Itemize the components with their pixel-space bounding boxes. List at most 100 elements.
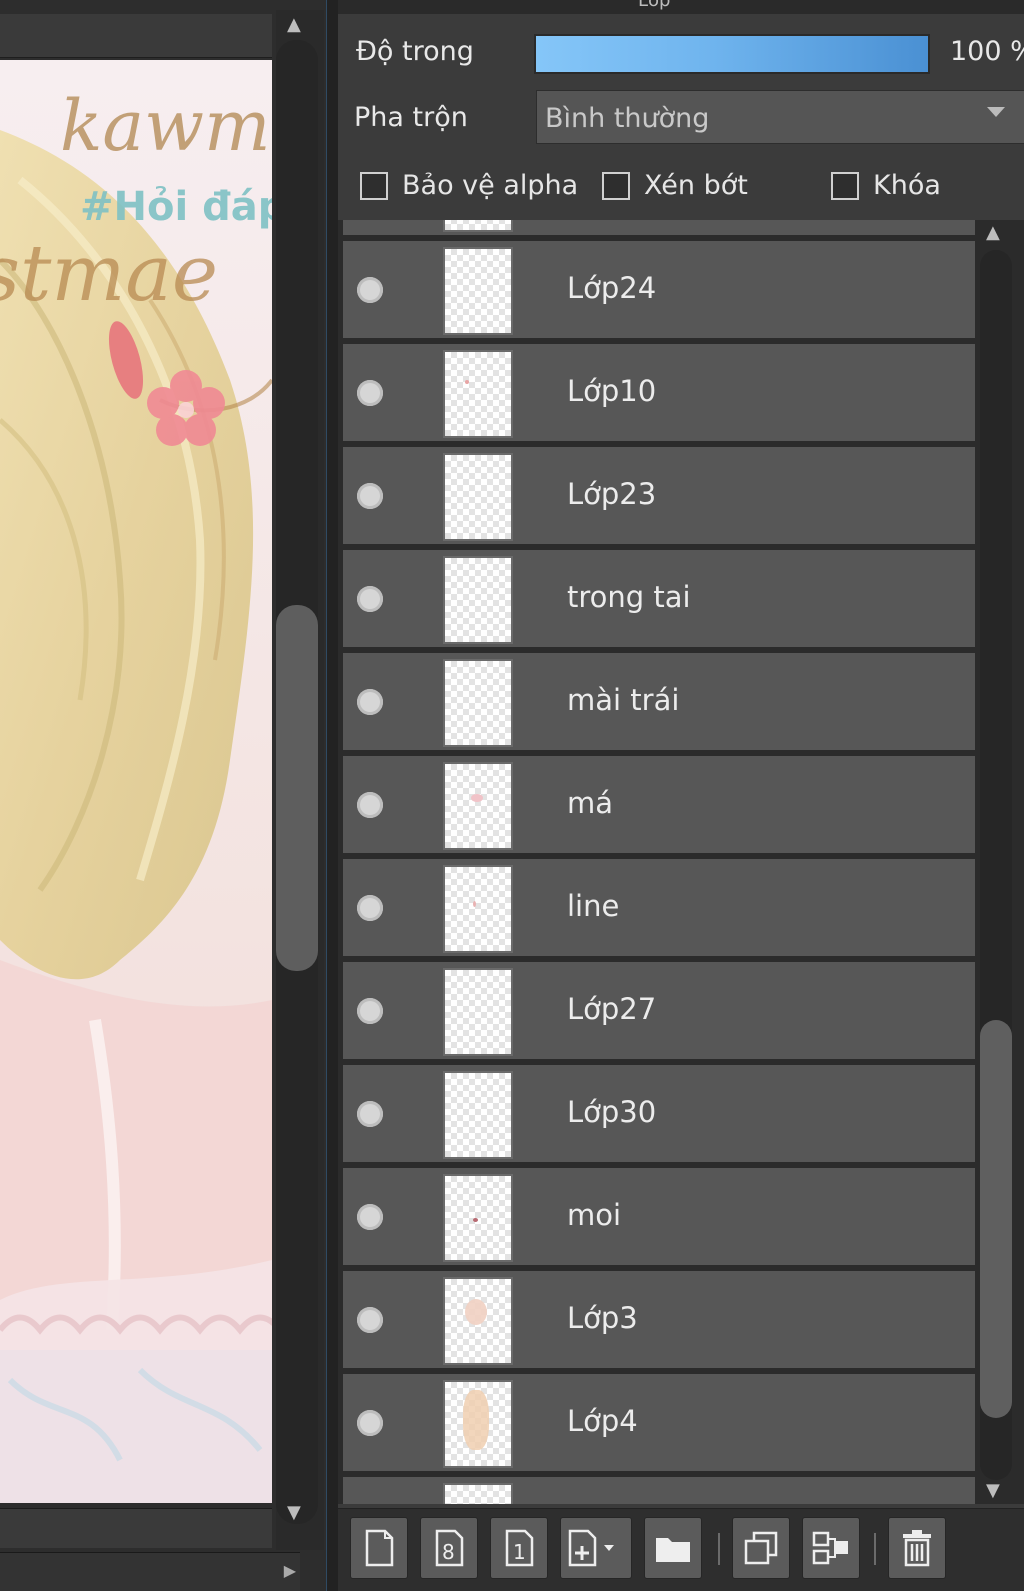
layer-thumbnail <box>443 1174 513 1262</box>
new-layer-button[interactable] <box>350 1517 408 1579</box>
layer-list-scrollbar[interactable]: ▲ ▼ <box>980 220 1024 1504</box>
layer-row[interactable]: trong tai <box>343 550 975 650</box>
panel-title-bar: Lớp <box>338 0 1024 14</box>
panel-title: Lớp <box>638 0 671 11</box>
scroll-thumb[interactable] <box>980 1020 1012 1418</box>
visibility-toggle-icon[interactable] <box>357 1101 383 1127</box>
artwork: kawm #Hỏi đáp stmae <box>0 60 272 1503</box>
layer-name: Lớp30 <box>567 1095 657 1129</box>
svg-text:#Hỏi đáp: #Hỏi đáp <box>80 184 272 230</box>
scroll-down-arrow-icon[interactable]: ▼ <box>986 1482 1000 1500</box>
layer-thumbnail <box>443 1483 513 1504</box>
clipping-label: Xén bớt <box>644 170 748 201</box>
visibility-toggle-icon[interactable] <box>357 483 383 509</box>
merge-down-icon <box>812 1531 848 1565</box>
visibility-toggle-icon[interactable] <box>357 1204 383 1230</box>
layer-name: Lớp10 <box>567 374 657 408</box>
toolbar-separator <box>718 1533 720 1565</box>
scroll-right-arrow-icon[interactable]: ▶ <box>284 1561 296 1580</box>
layer-row[interactable]: Lớp27 <box>343 962 975 1062</box>
layer-row-partial-top[interactable] <box>343 220 975 238</box>
checkbox-box[interactable] <box>360 171 388 200</box>
new-folder-button[interactable] <box>644 1517 702 1579</box>
layer-name: Lớp23 <box>567 477 657 511</box>
delete-layer-button[interactable] <box>888 1517 946 1579</box>
glyph-eight: 8 <box>442 1540 455 1564</box>
layer-row[interactable]: mài trái <box>343 653 975 753</box>
visibility-toggle-icon[interactable] <box>357 380 383 406</box>
layer-row[interactable]: má <box>343 756 975 856</box>
blend-mode-label: Pha trộn <box>354 102 468 133</box>
svg-text:stmae: stmae <box>0 229 218 319</box>
layer-list[interactable]: Lớp24 Lớp10 Lớp23 trong tai mài trái má <box>338 220 1024 1504</box>
layer-name: Lớp24 <box>567 271 657 305</box>
visibility-toggle-icon[interactable] <box>357 689 383 715</box>
layer-row[interactable]: Lớp30 <box>343 1065 975 1165</box>
checkbox-box[interactable] <box>831 171 859 200</box>
layer-thumbnail <box>443 247 513 335</box>
lock-label: Khóa <box>873 170 941 201</box>
layer-thumbnail <box>443 762 513 850</box>
visibility-toggle-icon[interactable] <box>357 277 383 303</box>
chevron-down-icon <box>987 107 1005 117</box>
panel-divider[interactable] <box>326 0 338 1591</box>
layer-name: trong tai <box>567 580 691 614</box>
layer-row[interactable]: moi <box>343 1168 975 1268</box>
lock-checkbox[interactable]: Khóa <box>831 170 941 201</box>
toolbar-separator <box>874 1533 876 1565</box>
scroll-down-arrow-icon[interactable]: ▼ <box>287 1504 301 1522</box>
layer-thumbnail <box>443 968 513 1056</box>
layer-panel: Lớp Độ trong 100 % Pha trộn Bình thường … <box>338 0 1024 1591</box>
glyph-one: 1 <box>513 1540 526 1564</box>
layer-name: moi <box>567 1198 622 1232</box>
visibility-toggle-icon[interactable] <box>357 1307 383 1333</box>
layer-name: mài trái <box>567 683 680 717</box>
delete-layer-icon <box>903 1530 931 1567</box>
layer-thumbnail <box>443 1071 513 1159</box>
scroll-up-arrow-icon[interactable]: ▲ <box>287 16 301 34</box>
new-8bit-layer-icon: 8 <box>435 1529 464 1567</box>
layer-toolbar: 8 1 <box>338 1508 1024 1591</box>
layer-row[interactable]: line <box>343 859 975 959</box>
new-8bit-layer-button[interactable]: 8 <box>420 1517 478 1579</box>
layer-row[interactable]: Lớp23 <box>343 447 975 547</box>
new-layer-icon <box>365 1529 394 1567</box>
merge-down-button[interactable] <box>802 1517 860 1579</box>
layer-thumbnail <box>443 1277 513 1365</box>
duplicate-layer-button[interactable] <box>732 1517 790 1579</box>
protect-alpha-checkbox[interactable]: Bảo vệ alpha <box>360 170 578 201</box>
layer-thumbnail <box>443 453 513 541</box>
layer-row[interactable]: Lớp24 <box>343 241 975 341</box>
blend-mode-select[interactable]: Bình thường <box>536 90 1024 144</box>
layer-thumbnail <box>443 659 513 747</box>
opacity-slider[interactable] <box>534 34 930 74</box>
canvas-bottom-bar <box>0 1508 272 1548</box>
checkbox-box[interactable] <box>602 171 630 200</box>
drawing-canvas[interactable]: kawm #Hỏi đáp stmae <box>0 60 272 1503</box>
opacity-label: Độ trong <box>356 36 474 67</box>
layer-row[interactable]: Lớp3 <box>343 1271 975 1371</box>
new-1bit-layer-button[interactable]: 1 <box>490 1517 548 1579</box>
visibility-toggle-icon[interactable] <box>357 1410 383 1436</box>
visibility-toggle-icon[interactable] <box>357 998 383 1024</box>
layer-thumbnail <box>443 350 513 438</box>
layer-thumbnail <box>443 556 513 644</box>
layer-row[interactable]: Lớp4 <box>343 1374 975 1474</box>
layer-row[interactable]: Lớp10 <box>343 344 975 444</box>
scroll-up-arrow-icon[interactable]: ▲ <box>986 224 1000 242</box>
clipping-checkbox[interactable]: Xén bớt <box>602 170 748 201</box>
layer-row-partial-bottom[interactable] <box>343 1477 975 1504</box>
visibility-toggle-icon[interactable] <box>357 586 383 612</box>
svg-text:kawm: kawm <box>60 85 270 167</box>
canvas-horizontal-scrollbar[interactable]: ▶ <box>0 1552 300 1591</box>
visibility-toggle-icon[interactable] <box>357 792 383 818</box>
canvas-area: kawm #Hỏi đáp stmae ▶ ▲ ▼ <box>0 0 330 1591</box>
new-1bit-layer-icon: 1 <box>505 1529 534 1567</box>
layer-name: Lớp3 <box>567 1301 638 1335</box>
scroll-thumb[interactable] <box>276 605 318 971</box>
new-folder-icon <box>656 1538 690 1562</box>
visibility-toggle-icon[interactable] <box>357 895 383 921</box>
canvas-vertical-scrollbar[interactable]: ▲ ▼ <box>276 10 324 1550</box>
add-layer-dropdown-button[interactable] <box>560 1517 632 1579</box>
blend-mode-value: Bình thường <box>545 103 710 134</box>
